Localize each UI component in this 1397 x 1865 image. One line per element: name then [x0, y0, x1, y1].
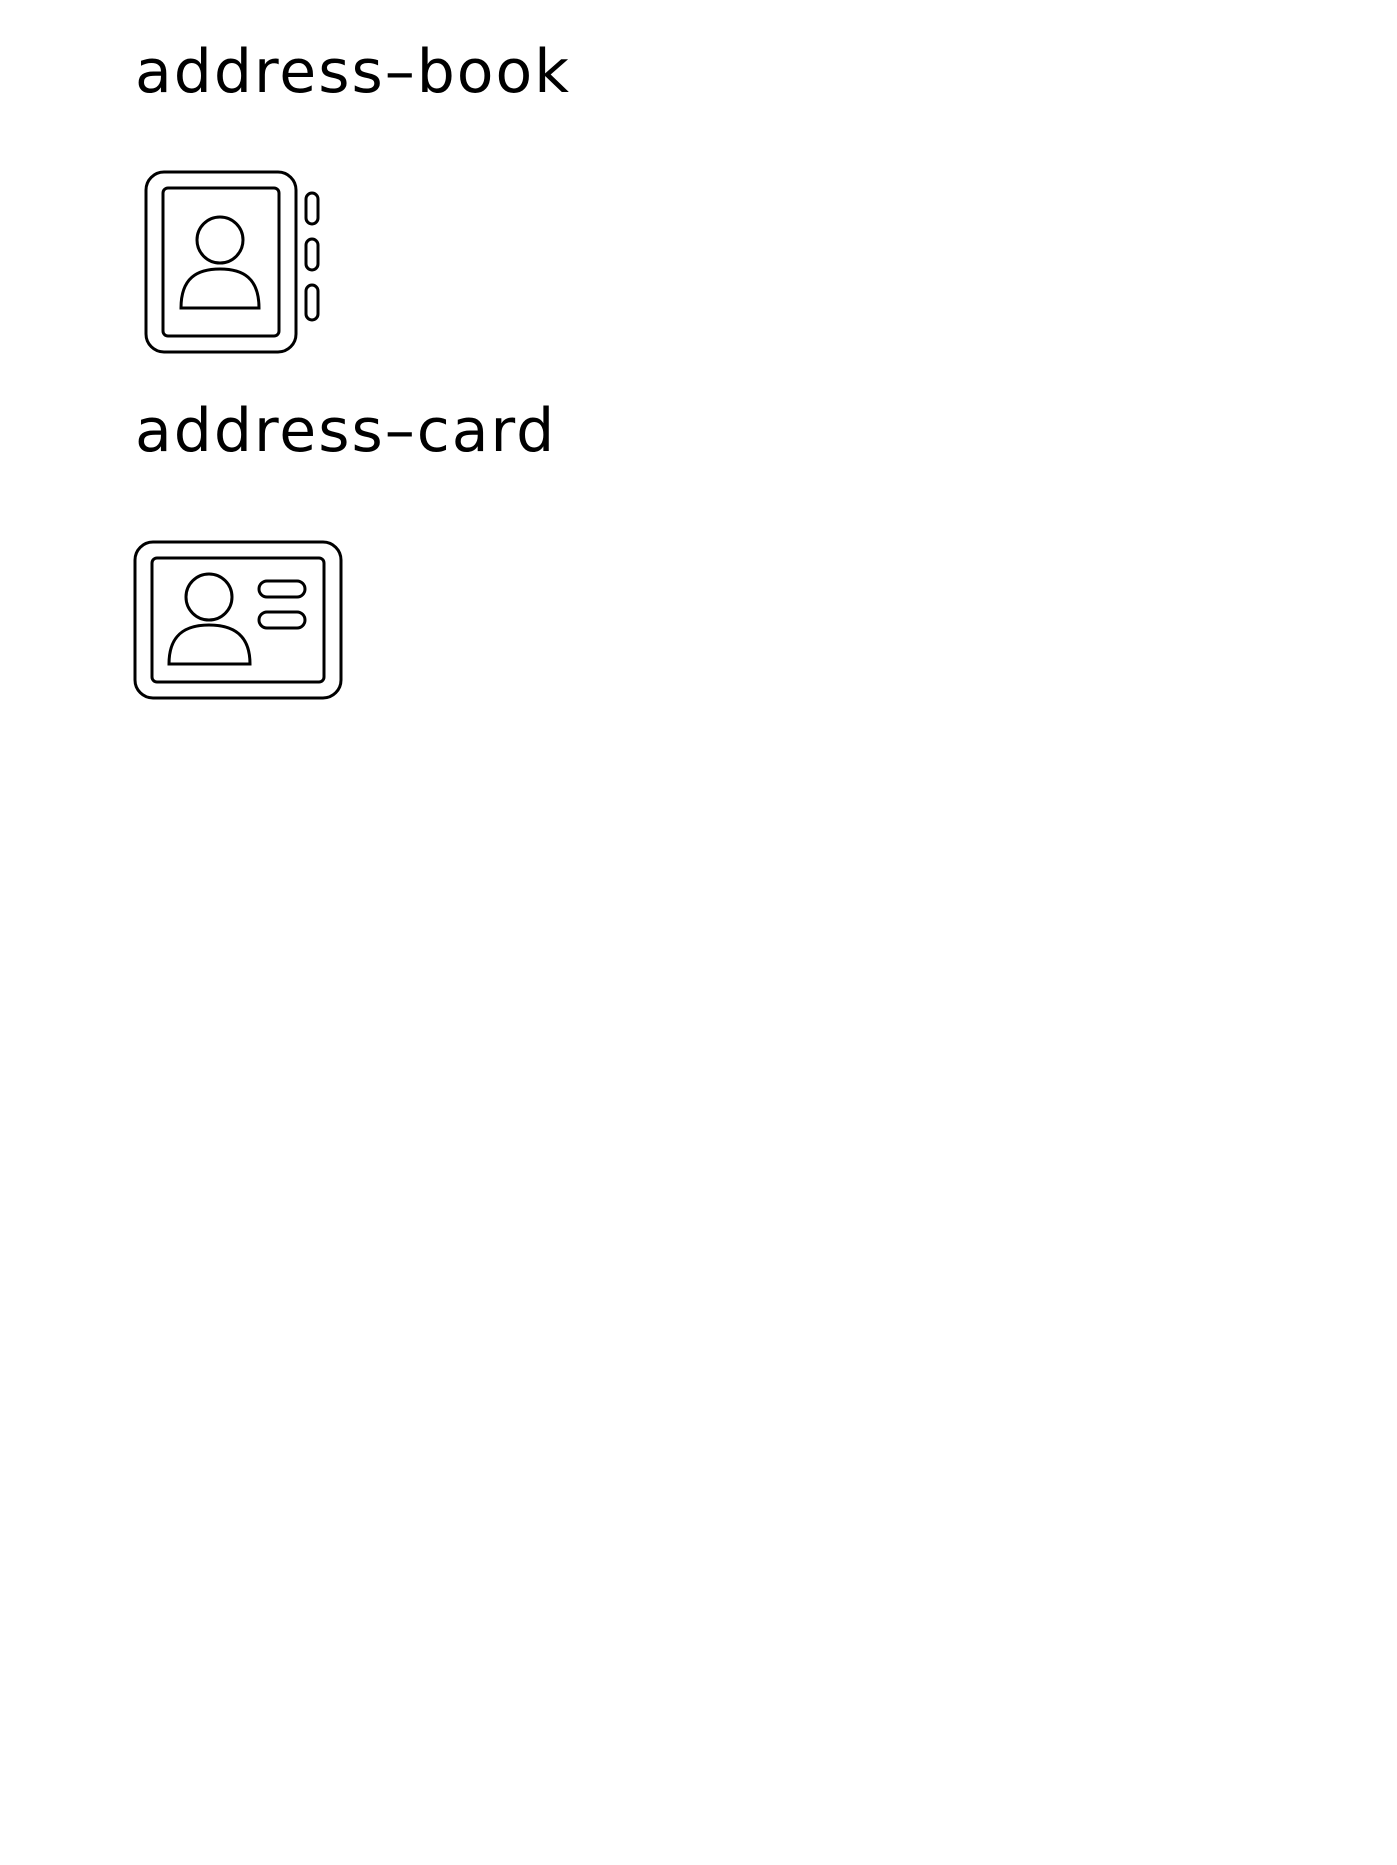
address-book-icon: [140, 166, 324, 358]
address-book-label: address–book: [135, 37, 571, 107]
address-card-label: address–card: [135, 396, 557, 466]
address-card-icon: [130, 537, 346, 703]
